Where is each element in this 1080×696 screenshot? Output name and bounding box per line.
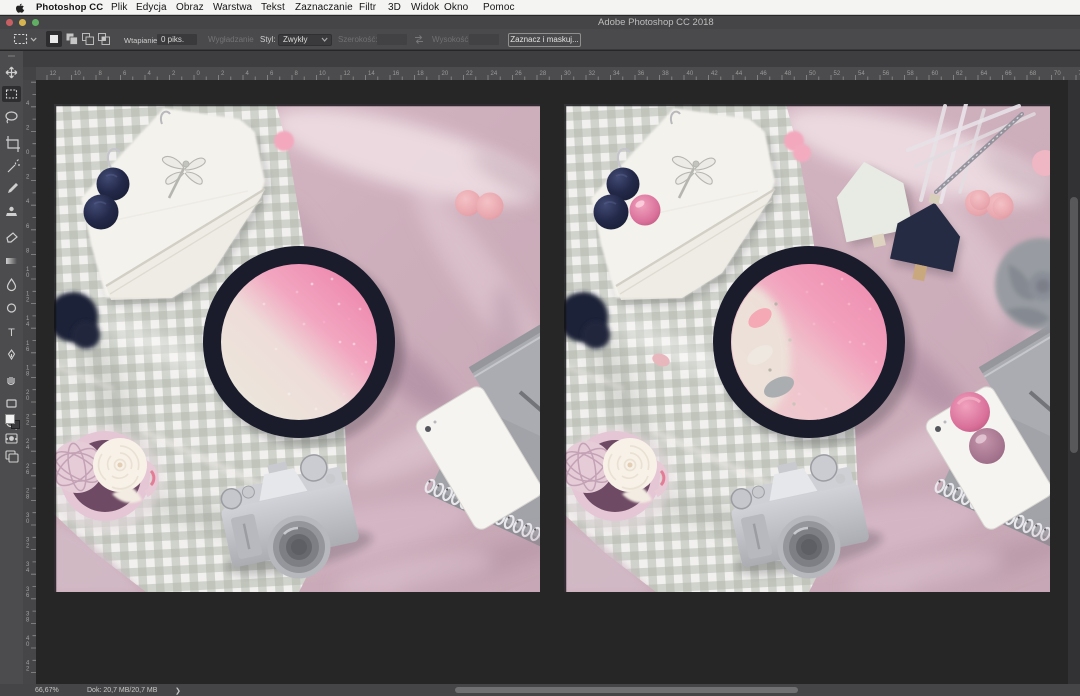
svg-text:16: 16: [393, 71, 400, 77]
svg-text:50: 50: [809, 71, 816, 77]
svg-text:54: 54: [858, 71, 865, 77]
svg-text:28: 28: [540, 71, 547, 77]
svg-text:42: 42: [711, 71, 718, 77]
svg-text:12: 12: [344, 71, 351, 77]
svg-text:22: 22: [466, 71, 473, 77]
svg-text:32: 32: [589, 71, 596, 77]
svg-text:66: 66: [1005, 71, 1012, 77]
svg-text:44: 44: [736, 71, 743, 77]
svg-text:56: 56: [883, 71, 890, 77]
svg-text:24: 24: [491, 71, 498, 77]
svg-text:10: 10: [319, 71, 326, 77]
svg-text:T: T: [8, 327, 15, 339]
svg-text:10: 10: [74, 71, 81, 77]
svg-text:38: 38: [662, 71, 669, 77]
svg-text:20: 20: [442, 71, 449, 77]
svg-text:34: 34: [613, 71, 620, 77]
svg-text:14: 14: [368, 71, 375, 77]
svg-text:26: 26: [515, 71, 522, 77]
svg-text:36: 36: [638, 71, 645, 77]
svg-text:60: 60: [932, 71, 939, 77]
svg-text:52: 52: [834, 71, 841, 77]
svg-text:40: 40: [687, 71, 694, 77]
svg-text:18: 18: [417, 71, 424, 77]
svg-text:58: 58: [907, 71, 914, 77]
svg-text:48: 48: [785, 71, 792, 77]
svg-text:64: 64: [981, 71, 988, 77]
svg-text:46: 46: [760, 71, 767, 77]
svg-text:12: 12: [50, 71, 57, 77]
svg-text:62: 62: [956, 71, 963, 77]
svg-text:68: 68: [1030, 71, 1037, 77]
svg-text:70: 70: [1054, 71, 1061, 77]
svg-text:30: 30: [564, 71, 571, 77]
